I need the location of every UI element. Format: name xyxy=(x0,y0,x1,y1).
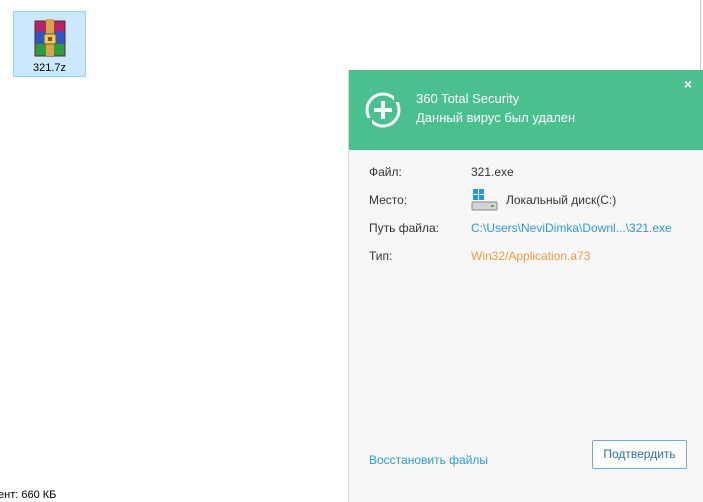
location-label: Место: xyxy=(369,193,408,207)
detail-row-path: Путь файла: C:\Users\NeviDimka\Downl...\… xyxy=(369,221,699,239)
file-value: 321.exe xyxy=(471,165,514,179)
notification-subtitle: Данный вирус был удален xyxy=(416,110,576,125)
type-value: Win32/Application.a73 xyxy=(471,249,591,263)
detail-row-type: Тип: Win32/Application.a73 xyxy=(369,249,699,267)
winrar-archive-icon xyxy=(34,19,66,57)
file-label: Файл: xyxy=(369,165,402,179)
file-name: 321.7z xyxy=(32,62,67,74)
file-path-link[interactable]: C:\Users\NeviDimka\Downl...\321.exe xyxy=(471,221,672,235)
location-value: Локальный диск(C:) xyxy=(506,193,617,207)
confirm-button[interactable]: Подтвердить xyxy=(592,440,687,469)
security-notification-popup: 360 Total Security Данный вирус был удал… xyxy=(348,70,703,502)
popup-header: 360 Total Security Данный вирус был удал… xyxy=(349,70,703,150)
detail-row-location: Место: Локальный диск(C:) xyxy=(369,189,699,211)
path-label: Путь файла: xyxy=(369,221,439,235)
type-label: Тип: xyxy=(369,249,393,263)
windows-drive-icon xyxy=(471,189,498,211)
detail-row-file: Файл: 321.exe xyxy=(369,165,699,183)
close-button[interactable]: × xyxy=(681,77,695,91)
restore-files-link[interactable]: Восстановить файлы xyxy=(369,453,488,467)
app-title: 360 Total Security xyxy=(416,91,520,106)
status-bar-size: ент: 660 КБ xyxy=(0,489,57,501)
window-divider xyxy=(700,0,701,72)
360-plus-logo-icon xyxy=(365,92,401,128)
file-item-321-7z[interactable]: 321.7z xyxy=(13,11,86,77)
